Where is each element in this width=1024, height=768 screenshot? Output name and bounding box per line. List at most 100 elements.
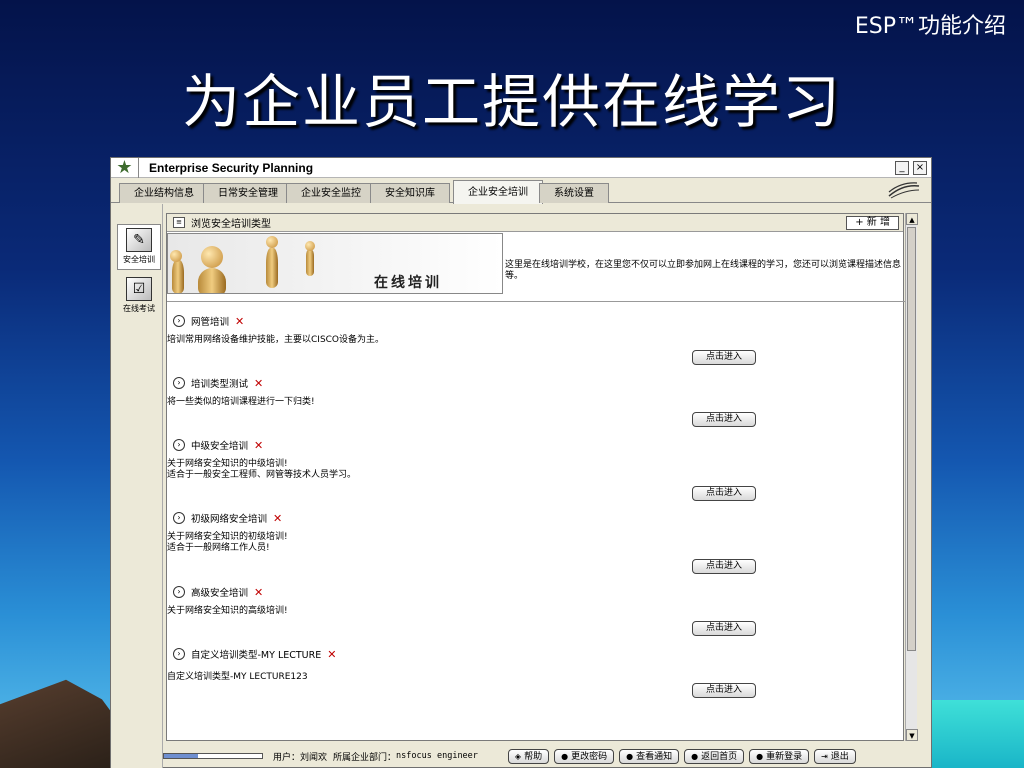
status-bar: 用户：刘闻欢 所属企业部门： nsfocus engineer ◈ 帮助 ● 更改密… [163, 745, 923, 767]
tab-daily-security[interactable]: 日常安全管理 [203, 183, 293, 203]
arrow-circle-icon: › [173, 439, 185, 451]
course-desc: 关于网络安全知识的高级培训! [167, 606, 288, 616]
minimize-button[interactable]: _ [895, 160, 909, 175]
delete-icon[interactable]: ✕ [254, 586, 263, 599]
view-notice-button[interactable]: ● 查看通知 [619, 748, 680, 764]
view-notice-label: 查看通知 [636, 751, 673, 762]
sidebar-item-label: 在线考试 [123, 304, 155, 313]
user-label: 用户：刘闻欢 [273, 752, 328, 763]
main-header-title: 浏览安全培训类型 [191, 219, 271, 230]
relogin-label: 重新登录 [766, 751, 803, 762]
banner-figure [198, 268, 226, 293]
enter-button[interactable]: 点击进入 [692, 559, 756, 574]
help-icon: ◈ [514, 751, 522, 761]
banner-figure [172, 260, 184, 293]
course-desc: 将一些类似的培训课程进行一下归类! [167, 397, 315, 407]
enter-button[interactable]: 点击进入 [692, 621, 756, 636]
relogin-button[interactable]: ● 重新登录 [749, 748, 810, 764]
enter-button[interactable]: 点击进入 [692, 350, 756, 365]
dept-value: nsfocus engineer [396, 751, 478, 761]
banner-title: 在线培训 [374, 275, 442, 291]
course-desc: 适合于一般网络工作人员! [167, 543, 270, 553]
course-title[interactable]: 自定义培训类型-MY LECTURE [191, 647, 321, 661]
app-window: ★ Enterprise Security Planning _ × 企业结构信… [110, 157, 932, 768]
exit-icon: ⇥ [821, 751, 828, 761]
dept-label: 所属企业部门： [333, 752, 397, 763]
document-icon: ≡ [173, 217, 185, 228]
arrow-circle-icon: › [173, 648, 185, 660]
tab-security-training[interactable]: 企业安全培训 [453, 180, 543, 204]
home-label: 返回首页 [701, 751, 738, 762]
course-desc: 自定义培训类型-MY LECTURE123 [167, 672, 308, 682]
change-password-label: 更改密码 [571, 751, 608, 762]
scroll-up-icon[interactable]: ▲ [906, 213, 918, 225]
delete-icon[interactable]: ✕ [235, 315, 244, 328]
key-icon: ● [561, 751, 569, 761]
corner-title: ESP™功能介绍 [854, 14, 1006, 39]
scroll-thumb[interactable] [907, 227, 916, 651]
banner-figure-head [170, 250, 182, 262]
scroll-down-icon[interactable]: ▼ [906, 729, 918, 741]
slide-title: 为企业员工提供在线学习 [181, 68, 842, 136]
tab-org-info[interactable]: 企业结构信息 [119, 183, 209, 203]
main-header: ≡ 浏览安全培训类型 + 新 增 [167, 214, 903, 232]
main-pane: ≡ 浏览安全培训类型 + 新 增 在线培训 这里是在线培训学校，在这里您不仅可以… [166, 213, 905, 741]
course-title[interactable]: 高级安全培训 [191, 585, 248, 599]
intro-text: 这里是在线培训学校，在这里您不仅可以立即参加网上在线课程的学习，您还可以浏览课程… [505, 260, 902, 281]
home-button[interactable]: ● 返回首页 [684, 748, 745, 764]
progress-fill [164, 754, 199, 758]
relogin-icon: ● [756, 751, 764, 761]
banner-figure-head [305, 241, 315, 251]
vertical-scrollbar[interactable]: ▲ ▼ [905, 213, 918, 741]
enter-button[interactable]: 点击进入 [692, 683, 756, 698]
tab-security-monitor[interactable]: 企业安全监控 [286, 183, 376, 203]
arrow-circle-icon: › [173, 315, 185, 327]
exit-button[interactable]: ⇥ 退出 [814, 748, 856, 764]
sidebar-item-training[interactable]: ✎ 安全培训 [117, 224, 161, 270]
notice-icon: ● [626, 751, 634, 761]
training-banner: 在线培训 [167, 233, 503, 294]
sidebar: ✎ 安全培训 ☑ 在线考试 [111, 204, 163, 768]
app-title: Enterprise Security Planning [149, 160, 314, 175]
course-title[interactable]: 网管培训 [191, 314, 229, 328]
help-button[interactable]: ◈ 帮助 [507, 748, 550, 764]
course-desc: 关于网络安全知识的中级培训! [167, 459, 288, 469]
home-icon: ● [691, 751, 699, 761]
help-button-label: 帮助 [524, 751, 543, 762]
exam-icon: ☑ [126, 277, 152, 301]
enter-button[interactable]: 点击进入 [692, 486, 756, 501]
tab-knowledge-base[interactable]: 安全知识库 [370, 183, 450, 203]
close-button[interactable]: × [913, 160, 927, 175]
star-logo-icon: ★ [111, 157, 139, 178]
delete-icon[interactable]: ✕ [327, 648, 336, 661]
sidebar-item-exam[interactable]: ☑ 在线考试 [117, 274, 161, 320]
training-icon: ✎ [126, 228, 152, 252]
course-title[interactable]: 培训类型测试 [191, 376, 248, 390]
arrow-circle-icon: › [173, 512, 185, 524]
exit-label: 退出 [830, 751, 849, 762]
add-button[interactable]: + 新 增 [846, 215, 899, 230]
delete-icon[interactable]: ✕ [273, 512, 282, 525]
arrow-circle-icon: › [173, 586, 185, 598]
course-desc: 关于网络安全知识的初级培训! [167, 532, 288, 542]
delete-icon[interactable]: ✕ [254, 377, 263, 390]
title-bar: ★ Enterprise Security Planning _ × [111, 157, 931, 178]
course-title[interactable]: 中级安全培训 [191, 438, 248, 452]
banner-figure [306, 250, 314, 276]
brand-swoosh-icon [888, 182, 920, 199]
enter-button[interactable]: 点击进入 [692, 412, 756, 427]
progress-bar [163, 753, 263, 759]
divider [167, 301, 905, 302]
course-desc: 培训常用网络设备维护技能，主要以CISCO设备为主。 [167, 335, 385, 345]
course-desc: 适合于一般安全工程师、网管等技术人员学习。 [167, 470, 357, 480]
course-title[interactable]: 初级网络安全培训 [191, 511, 267, 525]
banner-figure-head [266, 236, 278, 248]
sea-decoration [929, 700, 1024, 768]
tab-system-settings[interactable]: 系统设置 [539, 183, 609, 203]
change-password-button[interactable]: ● 更改密码 [554, 748, 615, 764]
arrow-circle-icon: › [173, 377, 185, 389]
sidebar-item-label: 安全培训 [123, 255, 155, 264]
banner-figure [266, 248, 278, 288]
delete-icon[interactable]: ✕ [254, 439, 263, 452]
tab-bar: 企业结构信息 日常安全管理 企业安全监控 安全知识库 企业安全培训 系统设置 [111, 178, 931, 204]
